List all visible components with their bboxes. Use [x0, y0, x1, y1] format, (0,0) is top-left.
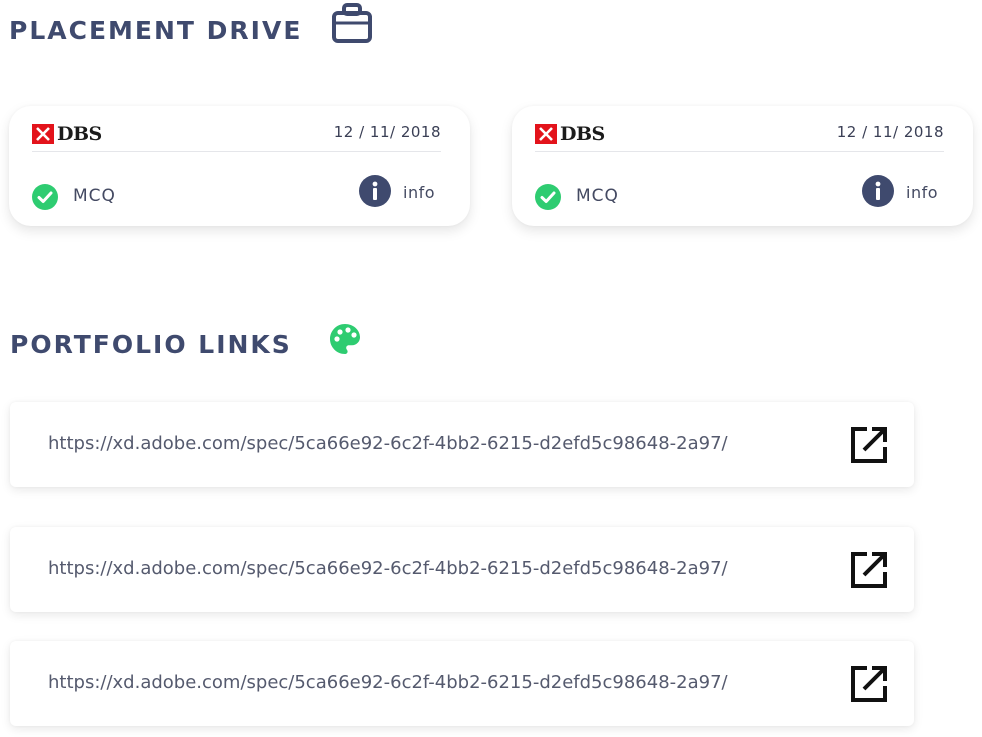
- dbs-star-icon: [32, 124, 54, 144]
- portfolio-link-card[interactable]: https://xd.adobe.com/spec/5ca66e92-6c2f-…: [10, 641, 914, 726]
- check-circle-icon: [535, 184, 561, 210]
- logo-text: DBS: [57, 123, 102, 145]
- placement-card[interactable]: DBS 12 / 11/ 2018 MCQ info: [9, 106, 470, 226]
- portfolio-link-url[interactable]: https://xd.adobe.com/spec/5ca66e92-6c2f-…: [48, 433, 728, 454]
- info-link[interactable]: info: [403, 183, 435, 202]
- portfolio-links-title: PORTFOLIO LINKS: [10, 330, 292, 359]
- divider: [535, 151, 944, 152]
- test-type: MCQ: [73, 186, 116, 206]
- dbs-star-icon: [535, 124, 557, 144]
- palette-icon: [330, 324, 360, 354]
- placement-drive-title: PLACEMENT DRIVE: [9, 16, 303, 45]
- info-icon[interactable]: [359, 175, 391, 207]
- briefcase-icon: [332, 3, 372, 43]
- open-in-new-icon[interactable]: [850, 665, 888, 703]
- portfolio-link-url[interactable]: https://xd.adobe.com/spec/5ca66e92-6c2f-…: [48, 558, 728, 579]
- info-link[interactable]: info: [906, 183, 938, 202]
- drive-date: 12 / 11/ 2018: [333, 123, 441, 141]
- placement-card[interactable]: DBS 12 / 11/ 2018 MCQ info: [512, 106, 973, 226]
- info-icon[interactable]: [862, 175, 894, 207]
- portfolio-link-card[interactable]: https://xd.adobe.com/spec/5ca66e92-6c2f-…: [10, 402, 914, 487]
- dbs-logo: DBS: [32, 123, 106, 145]
- check-circle-icon: [32, 184, 58, 210]
- portfolio-link-card[interactable]: https://xd.adobe.com/spec/5ca66e92-6c2f-…: [10, 527, 914, 612]
- test-type: MCQ: [576, 186, 619, 206]
- dbs-logo: DBS: [535, 123, 609, 145]
- logo-text: DBS: [560, 123, 605, 145]
- open-in-new-icon[interactable]: [850, 551, 888, 589]
- divider: [32, 151, 441, 152]
- portfolio-link-url[interactable]: https://xd.adobe.com/spec/5ca66e92-6c2f-…: [48, 672, 728, 693]
- open-in-new-icon[interactable]: [850, 426, 888, 464]
- drive-date: 12 / 11/ 2018: [836, 123, 944, 141]
